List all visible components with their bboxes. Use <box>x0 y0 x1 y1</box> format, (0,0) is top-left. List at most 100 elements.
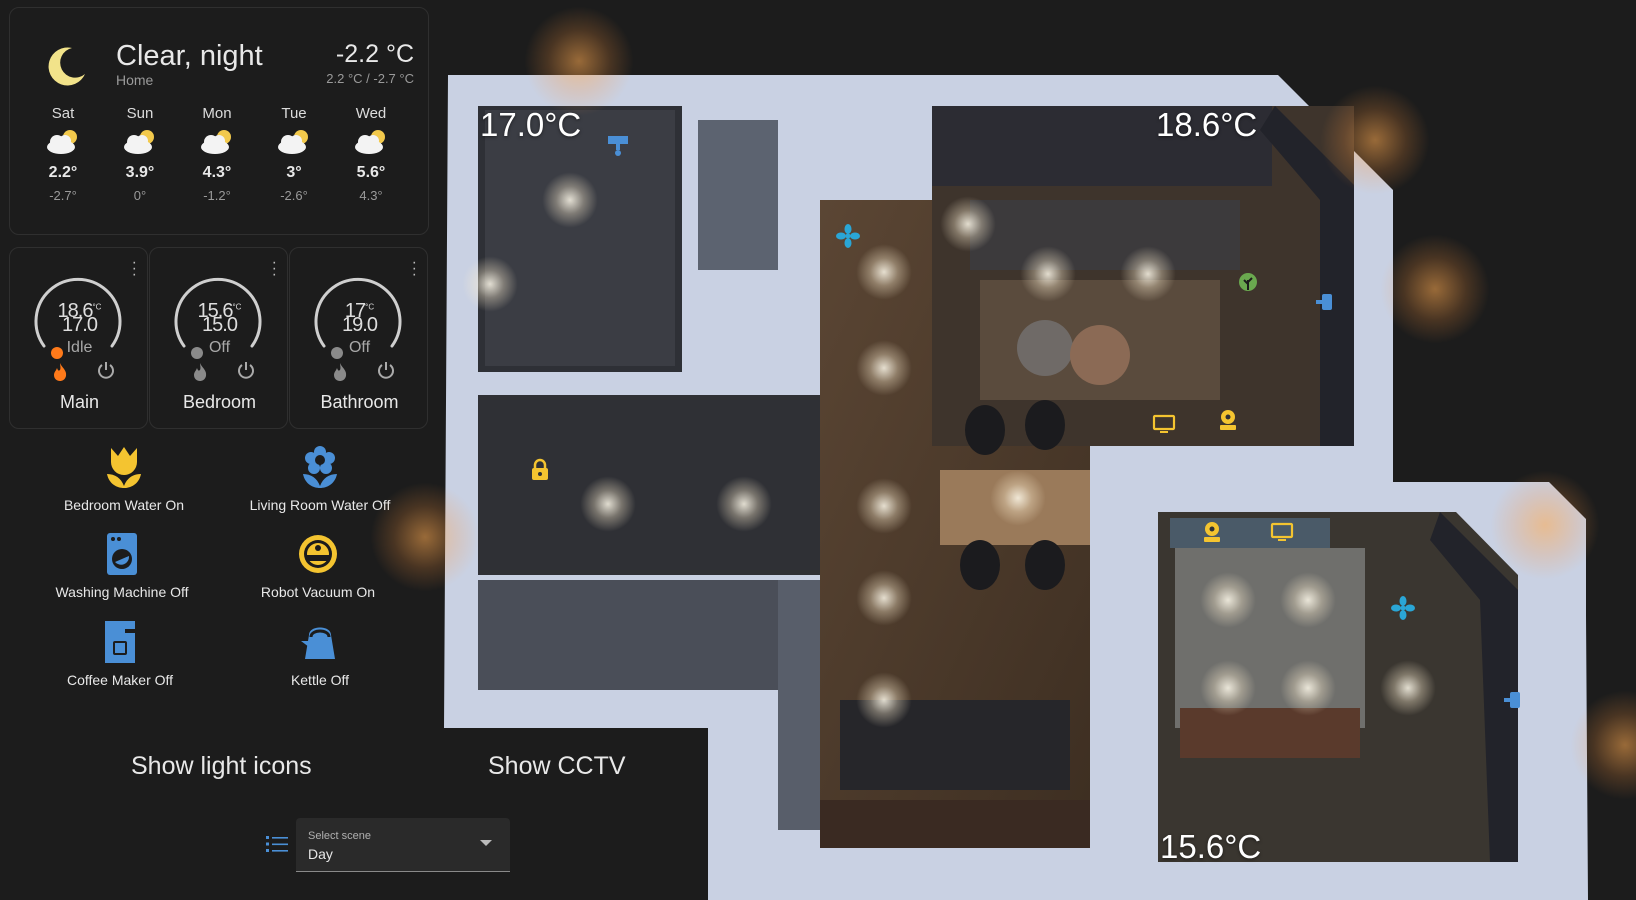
button-label: Washing Machine Off <box>55 584 189 600</box>
shower-valve-icon[interactable] <box>606 134 630 158</box>
tulip-icon <box>107 447 141 488</box>
heat-mode-icon[interactable] <box>52 362 68 382</box>
thermostat-card-bathroom[interactable]: · · · 17°C 19.0 Off Bathroom <box>289 247 428 429</box>
thermostat-card-bedroom[interactable]: · · · 15.6°C 15.0 Off Bedroom <box>149 247 288 429</box>
washing-machine-icon <box>107 533 137 575</box>
fan-icon[interactable] <box>836 224 860 248</box>
forecast-day-name: Sat <box>51 105 75 122</box>
scene-select-caption: Select scene <box>308 830 371 842</box>
show-light-icons-button[interactable]: Show light icons <box>131 752 312 781</box>
coffee-maker-button[interactable]: Coffee Maker Off <box>20 619 220 688</box>
light[interactable] <box>542 172 598 228</box>
forecast-day-name: Wed <box>355 105 387 122</box>
weather-temperature: -2.2 °C <box>335 40 414 68</box>
kettle-icon <box>301 627 335 659</box>
light[interactable] <box>1120 246 1176 302</box>
more-options-icon[interactable]: · · · <box>412 255 417 283</box>
light[interactable] <box>462 256 518 312</box>
light[interactable] <box>940 196 996 252</box>
forecast-low: -2.7° <box>49 188 77 203</box>
light[interactable] <box>856 672 912 728</box>
partly-cloudy-icon <box>201 130 231 154</box>
light[interactable] <box>856 244 912 300</box>
robot-vacuum-icon <box>299 535 337 573</box>
speaker-icon[interactable] <box>1216 408 1240 432</box>
light[interactable] <box>1280 660 1336 716</box>
light[interactable] <box>990 470 1046 526</box>
light[interactable] <box>856 478 912 534</box>
speaker-icon[interactable] <box>1200 520 1224 544</box>
partly-cloudy-icon <box>124 130 154 154</box>
light[interactable] <box>856 570 912 626</box>
scene-select-value: Day <box>308 846 333 862</box>
thermostat-name: Main <box>59 392 99 412</box>
weather-range: 2.2 °C / -2.7 °C <box>326 71 414 86</box>
list-icon <box>266 836 288 852</box>
forecast-day: Mon 4.3° -1.2° <box>184 105 250 203</box>
floorplan: 17.0°C 18.6°C 15.6°C <box>370 0 1636 900</box>
thermostat-name: Bathroom <box>320 392 399 412</box>
light[interactable] <box>1280 572 1336 628</box>
outdoor-light[interactable] <box>370 482 480 592</box>
plant-sensor-icon[interactable] <box>1236 270 1260 294</box>
hvac-status: Off <box>348 339 371 356</box>
button-label: Robot Vacuum On <box>260 584 376 600</box>
thermostat-card-main[interactable]: · · · 18.6°C 17.0 Idle Main <box>9 247 148 429</box>
button-label: Bedroom Water On <box>63 497 185 513</box>
kettle-button[interactable]: Kettle Off <box>220 619 420 688</box>
power-icon[interactable] <box>376 360 396 380</box>
bedroom-water-button[interactable]: Bedroom Water On <box>24 444 224 513</box>
power-icon[interactable] <box>96 360 116 380</box>
bedroom-temperature: 15.6°C <box>1160 828 1262 865</box>
heat-mode-icon[interactable] <box>192 362 208 382</box>
outdoor-light[interactable] <box>1320 85 1430 195</box>
light[interactable] <box>1200 572 1256 628</box>
fan-icon[interactable] <box>1391 596 1415 620</box>
outdoor-light[interactable] <box>1380 234 1490 344</box>
more-options-icon[interactable]: · · · <box>132 255 137 283</box>
moon-icon <box>48 47 85 86</box>
forecast-high: 5.6° <box>356 164 386 181</box>
forecast-low: -1.2° <box>203 188 231 203</box>
outdoor-light[interactable] <box>1490 470 1600 580</box>
radiator-valve-icon[interactable] <box>1504 688 1528 712</box>
forecast-low: 0° <box>133 188 147 203</box>
light[interactable] <box>716 476 772 532</box>
weather-card[interactable]: Clear, night Home -2.2 °C 2.2 °C / -2.7 … <box>9 7 429 235</box>
forecast-day: Sat 2.2° -2.7° <box>30 105 96 203</box>
bathroom-temperature: 17.0°C <box>480 106 582 143</box>
forecast-day-name: Tue <box>281 105 307 122</box>
washing-machine-button[interactable]: Washing Machine Off <box>22 531 222 600</box>
tv-icon[interactable] <box>1152 412 1176 436</box>
coffee-maker-icon <box>105 621 135 663</box>
light[interactable] <box>1200 660 1256 716</box>
forecast-high: 3° <box>286 164 302 181</box>
forecast-day-name: Sun <box>126 105 154 122</box>
lock-icon[interactable] <box>528 458 552 482</box>
forecast-high: 4.3° <box>202 164 232 181</box>
hvac-status: Idle <box>66 339 93 356</box>
forecast-high: 2.2° <box>48 164 78 181</box>
partly-cloudy-icon <box>47 130 77 154</box>
forecast-low: 4.3° <box>359 188 383 203</box>
more-options-icon[interactable]: · · · <box>272 255 277 283</box>
heat-mode-icon[interactable] <box>332 362 348 382</box>
light[interactable] <box>580 476 636 532</box>
radiator-valve-icon[interactable] <box>1316 290 1340 314</box>
living-room-temperature: 18.6°C <box>1156 106 1258 143</box>
outdoor-light[interactable] <box>524 6 634 116</box>
light[interactable] <box>1020 246 1076 302</box>
weather-location: Home <box>116 72 154 88</box>
button-label: Coffee Maker Off <box>66 672 174 688</box>
flower-icon <box>303 446 337 488</box>
tv-icon[interactable] <box>1270 520 1294 544</box>
target-temperature: 15.0 <box>202 314 238 336</box>
forecast-day: Wed 5.6° 4.3° <box>338 105 404 203</box>
partly-cloudy-icon <box>355 130 385 154</box>
light[interactable] <box>1380 660 1436 716</box>
power-icon[interactable] <box>236 360 256 380</box>
button-label: Kettle Off <box>290 672 350 688</box>
forecast-low: -2.6° <box>280 188 308 203</box>
light[interactable] <box>856 340 912 396</box>
forecast-day: Sun 3.9° 0° <box>107 105 173 203</box>
